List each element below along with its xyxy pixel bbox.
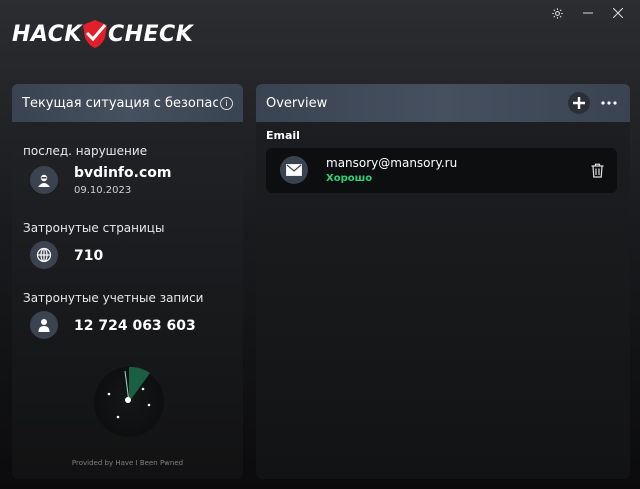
affected-accounts-label: Затронутые учетные записи: [23, 291, 204, 305]
delete-email-trash-icon[interactable]: [589, 162, 605, 178]
globe-icon: [30, 241, 58, 269]
overview-panel-header: Overview: [256, 84, 630, 122]
overview-panel: Overview Email mansory@mansory.ru Хорошо: [256, 84, 630, 479]
add-email-button[interactable]: [568, 92, 590, 114]
email-status: Хорошо: [326, 173, 373, 184]
email-address: mansory@mansory.ru: [326, 156, 458, 170]
affected-accounts-value: 12 724 063 603: [74, 318, 196, 334]
hacker-icon: [30, 166, 58, 194]
logo-text-left: HACK: [12, 21, 82, 47]
last-breach-site: bvdinfo.com: [74, 165, 172, 181]
shield-check-icon: [82, 20, 107, 48]
radar-scanner: [94, 366, 164, 437]
security-panel-title: Текущая ситуация с безопасностью: [22, 95, 218, 111]
email-group-label: Email: [266, 129, 300, 142]
affected-pages-value: 710: [74, 248, 104, 264]
data-source-credit: Provided by Have I Been Pwned: [71, 459, 184, 467]
affected-pages-label: Затронутые страницы: [23, 221, 165, 235]
last-breach-date: 09.10.2023: [74, 185, 132, 196]
mail-icon: [280, 156, 308, 184]
security-panel-header: Текущая ситуация с безопасностью i: [12, 84, 243, 122]
app-logo: HACK CHECK: [12, 18, 193, 50]
user-icon: [30, 311, 58, 339]
minimize-button[interactable]: [577, 3, 599, 23]
email-entry-card[interactable]: mansory@mansory.ru Хорошо: [266, 148, 617, 193]
last-breach-label: послед. нарушение: [23, 144, 148, 158]
close-button[interactable]: [607, 3, 629, 23]
logo-text-right: CHECK: [107, 21, 194, 47]
overview-title: Overview: [266, 95, 328, 111]
settings-gear-icon[interactable]: [546, 3, 568, 23]
security-status-panel: Текущая ситуация с безопасностью i после…: [12, 84, 243, 479]
more-options-button[interactable]: [598, 92, 620, 114]
info-icon[interactable]: i: [220, 96, 233, 110]
